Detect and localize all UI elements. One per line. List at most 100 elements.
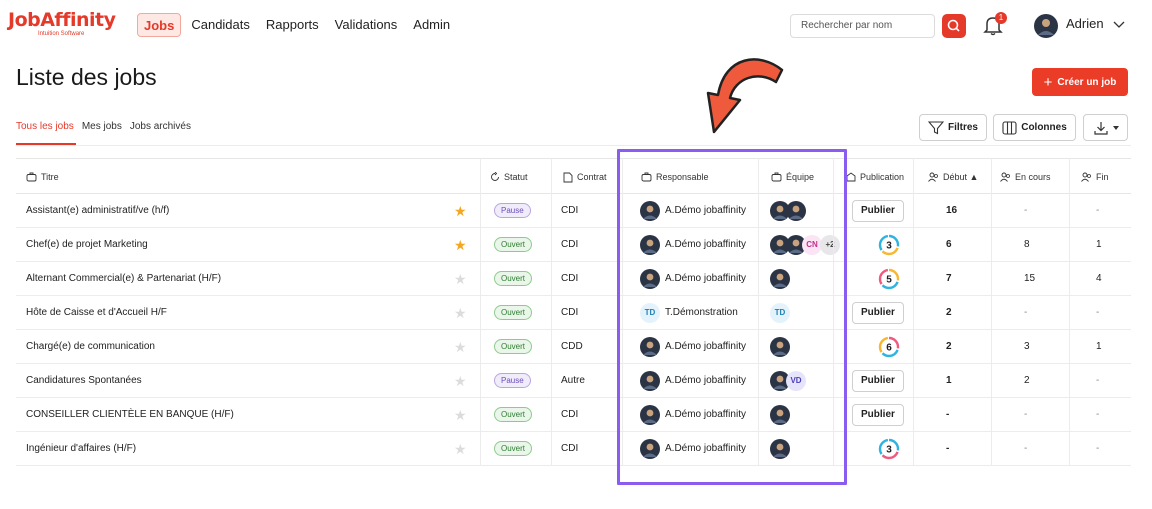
count-fin: 1 xyxy=(1096,239,1102,250)
table-row[interactable]: CONSEILLER CLIENTÈLE EN BANQUE (H/F) ★ Ouv… xyxy=(16,398,1131,432)
publish-icon xyxy=(846,172,856,182)
job-title[interactable]: Candidatures Spontanées xyxy=(26,364,142,397)
contract-type: CDI xyxy=(561,307,579,318)
star-filled-icon[interactable]: ★ xyxy=(454,194,467,227)
page-title: Liste des jobs xyxy=(16,64,157,90)
filters-button[interactable]: Filtres xyxy=(919,114,987,141)
logo[interactable]: JobAffinity Intuition Software xyxy=(8,9,116,38)
header-publication-label: Publication xyxy=(860,172,905,182)
publication-donut[interactable]: 5 xyxy=(878,268,900,290)
column-divider xyxy=(1069,158,1070,466)
count-debut: 16 xyxy=(946,205,958,216)
header-titre[interactable]: Titre xyxy=(26,159,59,195)
publication-cell: Publier xyxy=(852,364,904,397)
publication-count: 5 xyxy=(886,274,892,285)
star-empty-icon[interactable]: ★ xyxy=(454,398,467,431)
nav-rapports[interactable]: Rapports xyxy=(266,13,319,37)
job-title[interactable]: Chef(e) de projet Marketing xyxy=(26,228,148,261)
star-empty-icon[interactable]: ★ xyxy=(454,364,467,397)
columns-button[interactable]: Colonnes xyxy=(993,114,1076,141)
header-debut[interactable]: Début ▲ xyxy=(928,159,978,195)
job-title[interactable]: Chargé(e) de communication xyxy=(26,330,155,363)
publish-button[interactable]: Publier xyxy=(852,403,904,426)
publication-donut[interactable]: 6 xyxy=(878,336,900,358)
top-navbar: JobAffinity Intuition Software Jobs Cand… xyxy=(0,0,1152,50)
count-fin: - xyxy=(1096,205,1100,216)
header-debut-label: Début ▲ xyxy=(943,172,979,182)
count-debut: - xyxy=(946,409,950,420)
create-job-button[interactable]: + Créer un job xyxy=(1032,68,1128,96)
user-name[interactable]: Adrien xyxy=(1066,16,1104,31)
contract-type: CDI xyxy=(561,443,579,454)
tab-all-jobs[interactable]: Tous les jobs xyxy=(16,121,74,139)
publish-button[interactable]: Publier xyxy=(852,369,904,392)
count-debut: 2 xyxy=(946,341,952,352)
red-arrow-icon xyxy=(706,58,784,134)
header-encours-label: En cours xyxy=(1015,172,1051,182)
count-debut: 7 xyxy=(946,273,952,284)
count-encours: - xyxy=(1024,409,1028,420)
columns-label: Colonnes xyxy=(1021,122,1067,133)
nav-candidats[interactable]: Candidats xyxy=(191,13,250,37)
table-row[interactable]: Assistant(e) administratif/ve (h/f) ★ Paus… xyxy=(16,194,1131,228)
job-title[interactable]: Ingénieur d'affaires (H/F) xyxy=(26,432,136,465)
columns-icon xyxy=(1002,120,1017,135)
status-badge: Ouvert xyxy=(494,407,533,422)
contract-type: CDI xyxy=(561,239,579,250)
header-fin[interactable]: Fin xyxy=(1081,159,1109,195)
publication-donut[interactable]: 3 xyxy=(878,234,900,256)
star-empty-icon[interactable]: ★ xyxy=(454,262,467,295)
nav-jobs[interactable]: Jobs xyxy=(137,13,182,37)
star-empty-icon[interactable]: ★ xyxy=(454,432,467,465)
count-fin: 1 xyxy=(1096,341,1102,352)
status-cell: Pause xyxy=(494,364,531,397)
job-tabs: Tous les jobs Mes jobs Jobs archivés xyxy=(16,121,191,139)
table-row[interactable]: Hôte de Caisse et d'Accueil H/F ★ Ouvert CD… xyxy=(16,296,1131,330)
search-button[interactable] xyxy=(942,14,966,38)
tab-my-jobs[interactable]: Mes jobs xyxy=(82,121,122,139)
job-title[interactable]: Hôte de Caisse et d'Accueil H/F xyxy=(26,296,167,329)
nav-validations[interactable]: Validations xyxy=(335,13,398,37)
count-debut: 6 xyxy=(946,239,952,250)
table-row[interactable]: Chargé(e) de communication ★ Ouvert CDD A.Dé… xyxy=(16,330,1131,364)
job-title[interactable]: Alternant Commercial(e) & Partenariat (H… xyxy=(26,262,221,295)
header-statut[interactable]: Statut xyxy=(490,159,528,195)
nav-admin[interactable]: Admin xyxy=(413,13,450,37)
table-row[interactable]: Alternant Commercial(e) & Partenariat (H… xyxy=(16,262,1131,296)
star-empty-icon[interactable]: ★ xyxy=(454,330,467,363)
export-button[interactable] xyxy=(1083,114,1128,141)
publication-cell: 3 xyxy=(878,432,900,465)
contract-type: Autre xyxy=(561,375,585,386)
publication-cell: 6 xyxy=(878,330,900,363)
tab-archived-jobs[interactable]: Jobs archivés xyxy=(130,121,191,139)
table-row[interactable]: Ingénieur d'affaires (H/F) ★ Ouvert CDI A.Dé… xyxy=(16,432,1131,466)
user-avatar[interactable] xyxy=(1034,14,1058,38)
publish-button[interactable]: Publier xyxy=(852,301,904,324)
publication-cell: 3 xyxy=(878,228,900,261)
count-debut: - xyxy=(946,443,950,454)
status-cell: Ouvert xyxy=(494,432,533,465)
status-cell: Ouvert xyxy=(494,262,533,295)
table-row[interactable]: Candidatures Spontanées ★ Pause Autre A.Démo… xyxy=(16,364,1131,398)
publish-button[interactable]: Publier xyxy=(852,199,904,222)
header-encours[interactable]: En cours xyxy=(1000,159,1051,195)
table-row[interactable]: Chef(e) de projet Marketing ★ Ouvert CDI A.D… xyxy=(16,228,1131,262)
star-empty-icon[interactable]: ★ xyxy=(454,296,467,329)
chevron-down-icon[interactable] xyxy=(1112,17,1126,31)
star-filled-icon[interactable]: ★ xyxy=(454,228,467,261)
count-encours: - xyxy=(1024,307,1028,318)
search-input[interactable]: Rechercher par nom xyxy=(790,14,935,38)
count-debut: 2 xyxy=(946,307,952,318)
header-fin-label: Fin xyxy=(1096,172,1109,182)
job-title[interactable]: CONSEILLER CLIENTÈLE EN BANQUE (H/F) xyxy=(26,398,234,431)
header-contrat[interactable]: Contrat xyxy=(563,159,607,195)
logo-text: JobAffinity xyxy=(8,9,116,31)
publication-donut[interactable]: 3 xyxy=(878,438,900,460)
publication-cell: Publier xyxy=(852,194,904,227)
people-icon xyxy=(1081,172,1091,182)
plus-icon: + xyxy=(1043,73,1053,91)
header-publication[interactable]: Publication xyxy=(846,159,904,195)
job-title[interactable]: Assistant(e) administratif/ve (h/f) xyxy=(26,194,169,227)
tabs-divider xyxy=(16,145,1131,146)
status-cell: Ouvert xyxy=(494,228,533,261)
